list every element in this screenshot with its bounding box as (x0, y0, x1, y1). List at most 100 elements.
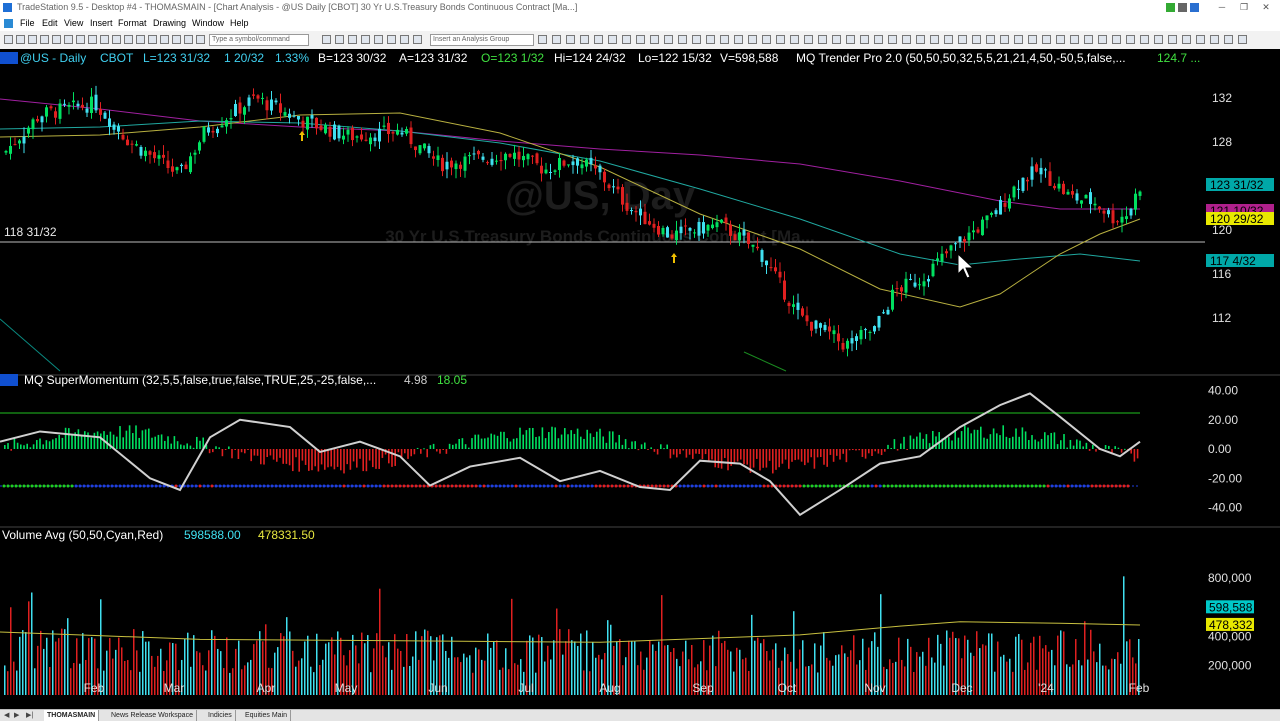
toolbar-tool-icon[interactable] (88, 35, 97, 44)
maximize-button[interactable]: ❐ (1234, 0, 1254, 15)
toolbar-tool-icon[interactable] (387, 35, 396, 44)
toolbar-tool-icon[interactable] (16, 35, 25, 44)
toolbar-tool-icon[interactable] (374, 35, 383, 44)
toolbar-tool-icon[interactable] (594, 35, 603, 44)
toolbar-tool-icon[interactable] (888, 35, 897, 44)
tab-news-release-workspace[interactable]: News Release Workspace (108, 710, 197, 721)
toolbar-tool-icon[interactable] (832, 35, 841, 44)
tab-scroll-last-icon[interactable]: ▶| (26, 710, 33, 721)
toolbar-tool-icon[interactable] (1042, 35, 1051, 44)
toolbar-tool-icon[interactable] (400, 35, 409, 44)
toolbar-tool-icon[interactable] (1238, 35, 1247, 44)
toolbar-tool-icon[interactable] (1112, 35, 1121, 44)
menu-insert[interactable]: Insert (90, 15, 113, 31)
toolbar-tool-icon[interactable] (790, 35, 799, 44)
minimize-button[interactable]: ─ (1212, 0, 1232, 15)
toolbar-tool-icon[interactable] (720, 35, 729, 44)
toolbar-tool-icon[interactable] (184, 35, 193, 44)
toolbar-tool-icon[interactable] (1210, 35, 1219, 44)
chart-analysis-window[interactable]: @US, Day 30 Yr U.S.Treasury Bonds Contin… (0, 49, 1280, 697)
toolbar-tool-icon[interactable] (52, 35, 61, 44)
menu-view[interactable]: View (64, 15, 83, 31)
menu-format[interactable]: Format (118, 15, 147, 31)
toolbar-tool-icon[interactable] (552, 35, 561, 44)
toolbar-tool-icon[interactable] (986, 35, 995, 44)
tab-scroll-left-icon[interactable]: ◀ (4, 710, 9, 721)
toolbar-tool-icon[interactable] (136, 35, 145, 44)
toolbar-tool-icon[interactable] (1014, 35, 1023, 44)
toolbar-tool-icon[interactable] (172, 35, 181, 44)
toolbar-tool-icon[interactable] (28, 35, 37, 44)
toolbar-tool-icon[interactable] (1196, 35, 1205, 44)
toolbar-tool-icon[interactable] (972, 35, 981, 44)
toolbar-tool-icon[interactable] (4, 35, 13, 44)
toolbar-tool-icon[interactable] (76, 35, 85, 44)
toolbar-tool-icon[interactable] (860, 35, 869, 44)
toolbar-tool-icon[interactable] (335, 35, 344, 44)
toolbar-tool-icon[interactable] (748, 35, 757, 44)
toolbar-tool-icon[interactable] (1154, 35, 1163, 44)
toolbar-tool-icon[interactable] (580, 35, 589, 44)
toolbar-tool-icon[interactable] (196, 35, 205, 44)
toolbar-tool-icon[interactable] (322, 35, 331, 44)
toolbar-tool-icon[interactable] (916, 35, 925, 44)
toolbar-tool-icon[interactable] (1056, 35, 1065, 44)
menu-drawing[interactable]: Drawing (153, 15, 186, 31)
toolbar-tool-icon[interactable] (1140, 35, 1149, 44)
toolbar-tool-icon[interactable] (776, 35, 785, 44)
toolbar-tool-icon[interactable] (348, 35, 357, 44)
toolbar-tool-icon[interactable] (1168, 35, 1177, 44)
toolbar-tool-icon[interactable] (636, 35, 645, 44)
toolbar-tool-icon[interactable] (413, 35, 422, 44)
toolbar-tool-icon[interactable] (1224, 35, 1233, 44)
toolbar-tool-icon[interactable] (958, 35, 967, 44)
close-button[interactable]: ✕ (1256, 0, 1276, 15)
tab-scroll-right-icon[interactable]: ▶ (14, 710, 19, 721)
toolbar-tool-icon[interactable] (566, 35, 575, 44)
toolbar-tool-icon[interactable] (1126, 35, 1135, 44)
connection-icon[interactable] (1166, 3, 1175, 12)
analysis-group-input[interactable]: Insert an Analysis Group (430, 34, 534, 46)
workspace-icon[interactable] (1190, 3, 1199, 12)
toolbar-tool-icon[interactable] (40, 35, 49, 44)
menu-window[interactable]: Window (192, 15, 224, 31)
toolbar-tool-icon[interactable] (538, 35, 547, 44)
toolbar-tool-icon[interactable] (944, 35, 953, 44)
toolbar-tool-icon[interactable] (1182, 35, 1191, 44)
toolbar-tool-icon[interactable] (874, 35, 883, 44)
toolbar-tool-icon[interactable] (1000, 35, 1009, 44)
toolbar-tool-icon[interactable] (100, 35, 109, 44)
notification-icon[interactable] (1178, 3, 1187, 12)
toolbar-tool-icon[interactable] (706, 35, 715, 44)
toolbar-tool-icon[interactable] (902, 35, 911, 44)
toolbar-tool-icon[interactable] (734, 35, 743, 44)
tab-indicies[interactable]: Indicies (205, 710, 236, 721)
toolbar-tool-icon[interactable] (608, 35, 617, 44)
toolbar-tool-icon[interactable] (650, 35, 659, 44)
menu-help[interactable]: Help (230, 15, 249, 31)
menu-edit[interactable]: Edit (42, 15, 58, 31)
tab-equities-main[interactable]: Equities Main (242, 710, 292, 721)
toolbar-tool-icon[interactable] (148, 35, 157, 44)
toolbar-tool-icon[interactable] (112, 35, 121, 44)
toolbar-tool-icon[interactable] (1098, 35, 1107, 44)
symbol-input[interactable]: Type a symbol/command (209, 34, 309, 46)
toolbar-tool-icon[interactable] (64, 35, 73, 44)
toolbar-tool-icon[interactable] (1084, 35, 1093, 44)
toolbar-tool-icon[interactable] (804, 35, 813, 44)
toolbar-tool-icon[interactable] (930, 35, 939, 44)
toolbar-tool-icon[interactable] (1028, 35, 1037, 44)
menu-file[interactable]: File (20, 15, 35, 31)
toolbar-tool-icon[interactable] (622, 35, 631, 44)
toolbar-tool-icon[interactable] (692, 35, 701, 44)
toolbar-tool-icon[interactable] (846, 35, 855, 44)
toolbar-tool-icon[interactable] (664, 35, 673, 44)
toolbar-tool-icon[interactable] (1070, 35, 1079, 44)
toolbar-tool-icon[interactable] (678, 35, 687, 44)
tab-thomasmain[interactable]: THOMASMAIN (44, 710, 100, 721)
toolbar-tool-icon[interactable] (762, 35, 771, 44)
toolbar-tool-icon[interactable] (361, 35, 370, 44)
toolbar-tool-icon[interactable] (160, 35, 169, 44)
toolbar-tool-icon[interactable] (818, 35, 827, 44)
toolbar-tool-icon[interactable] (124, 35, 133, 44)
